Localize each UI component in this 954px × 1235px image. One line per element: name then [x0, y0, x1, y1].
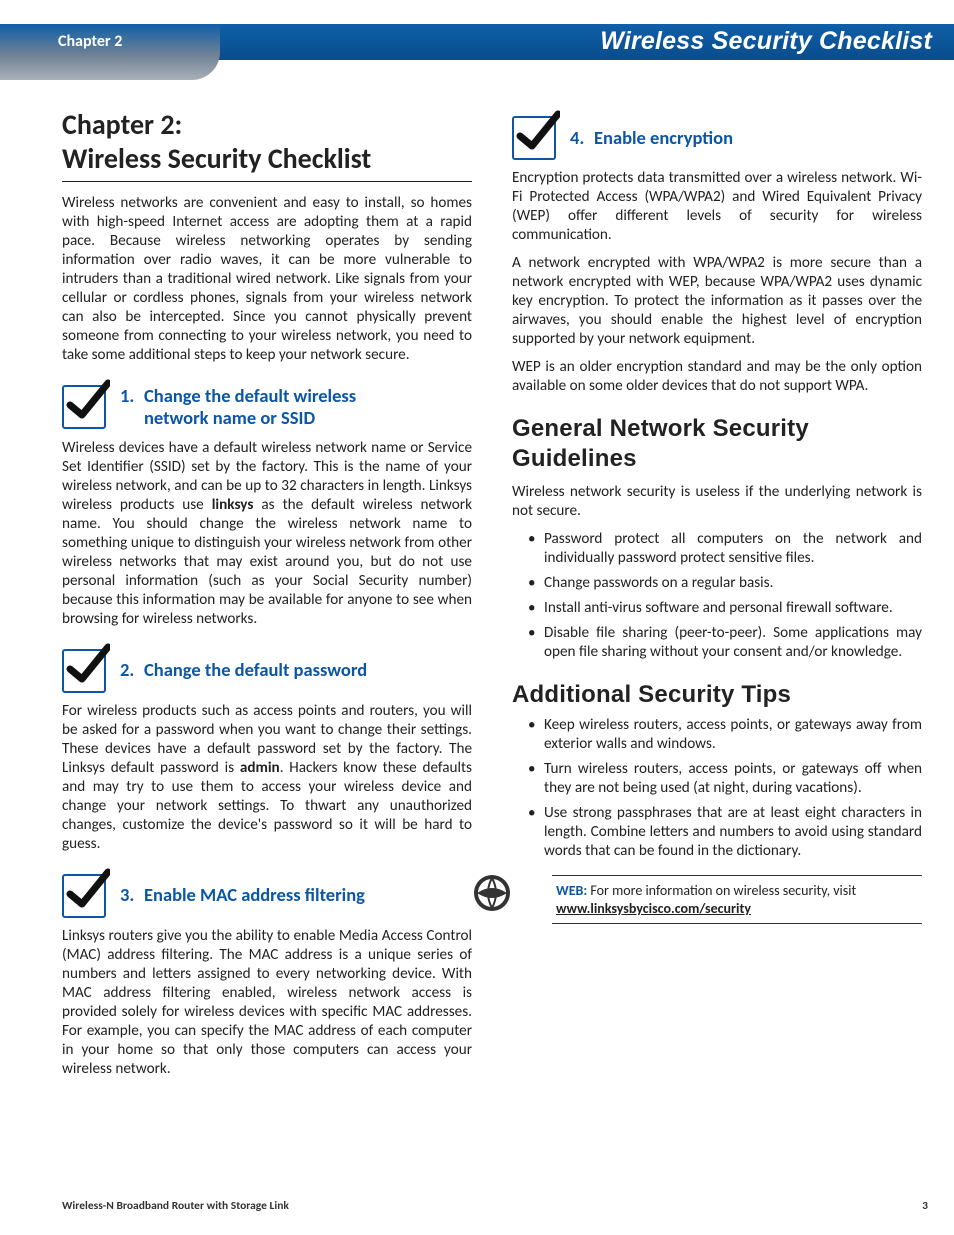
chapter-heading: Chapter 2: Wireless Security Checklist	[62, 108, 472, 182]
section-3-number: 3.	[120, 884, 144, 906]
section-3-body: Linksys routers give you the ability to …	[62, 927, 472, 1079]
section-2-title: Change the default password	[144, 658, 367, 681]
section-4-title: Enable encryption	[594, 126, 733, 149]
additional-tips-heading: Additional Security Tips	[512, 680, 922, 710]
section-2-body: For wireless products such as access poi…	[62, 702, 472, 854]
right-column: 4.Enable encryption Encryption protects …	[512, 108, 922, 1088]
note-link[interactable]: www.linksysbycisco.com/security	[556, 900, 751, 917]
section-3-heading: 3.Enable MAC address filtering	[62, 874, 472, 918]
section-2-bold: admin	[240, 759, 280, 777]
header-chapter-label: Chapter 2	[58, 32, 122, 52]
section-2-number: 2.	[120, 659, 144, 681]
section-1-bold: linksys	[212, 496, 254, 514]
section-4-heading: 4.Enable encryption	[512, 116, 922, 160]
section-1-title-a: Change the default wireless	[144, 384, 356, 407]
list-item: Use strong passphrases that are at least…	[528, 804, 922, 861]
section-1-title-b: network name or SSID	[120, 407, 356, 429]
left-column: Chapter 2: Wireless Security Checklist W…	[62, 108, 472, 1088]
list-item: Turn wireless routers, access points, or…	[528, 760, 922, 798]
intro-paragraph: Wireless networks are convenient and eas…	[62, 194, 472, 365]
section-1-number: 1.	[120, 385, 144, 407]
list-item: Password protect all computers on the ne…	[528, 530, 922, 568]
note-label: WEB:	[556, 882, 587, 899]
general-list: Password protect all computers on the ne…	[512, 530, 922, 662]
additional-list: Keep wireless routers, access points, or…	[512, 716, 922, 861]
footer-product: Wireless-N Broadband Router with Storage…	[62, 1199, 289, 1213]
section-4-number: 4.	[570, 127, 594, 149]
list-item: Disable file sharing (peer-to-peer). Som…	[528, 624, 922, 662]
section-3-title: Enable MAC address filtering	[144, 883, 365, 906]
list-item: Install anti-virus software and personal…	[528, 599, 922, 618]
list-item: Change passwords on a regular basis.	[528, 574, 922, 593]
section-4-p1: Encryption protects data transmitted ove…	[512, 169, 922, 245]
section-1-body: Wireless devices have a default wireless…	[62, 439, 472, 629]
checkmark-icon	[62, 385, 106, 429]
chapter-heading-line1: Chapter 2:	[62, 107, 182, 142]
general-intro: Wireless network security is useless if …	[512, 483, 922, 521]
section-4-p3: WEP is an older encryption standard and …	[512, 358, 922, 396]
checkmark-icon	[512, 116, 556, 160]
section-2-heading: 2.Change the default password	[62, 649, 472, 693]
list-item: Keep wireless routers, access points, or…	[528, 716, 922, 754]
web-note: WEB: For more information on wireless se…	[512, 875, 922, 924]
section-4-p2: A network encrypted with WPA/WPA2 is mor…	[512, 254, 922, 349]
checkmark-icon	[62, 874, 106, 918]
chapter-heading-line2: Wireless Security Checklist	[62, 141, 371, 176]
footer-page-number: 3	[922, 1199, 928, 1213]
section-1-body-b: as the default wireless network name. Yo…	[62, 496, 472, 628]
section-1-heading: 1.Change the default wireless network na…	[62, 385, 472, 429]
page-footer: Wireless-N Broadband Router with Storage…	[62, 1199, 928, 1213]
page-content: Chapter 2: Wireless Security Checklist W…	[62, 108, 928, 1195]
note-text: For more information on wireless securit…	[587, 882, 856, 899]
general-guidelines-heading: General Network Security Guidelines	[512, 414, 922, 474]
checkmark-icon	[62, 649, 106, 693]
header-page-title: Wireless Security Checklist	[600, 26, 932, 57]
globe-icon	[472, 873, 512, 913]
